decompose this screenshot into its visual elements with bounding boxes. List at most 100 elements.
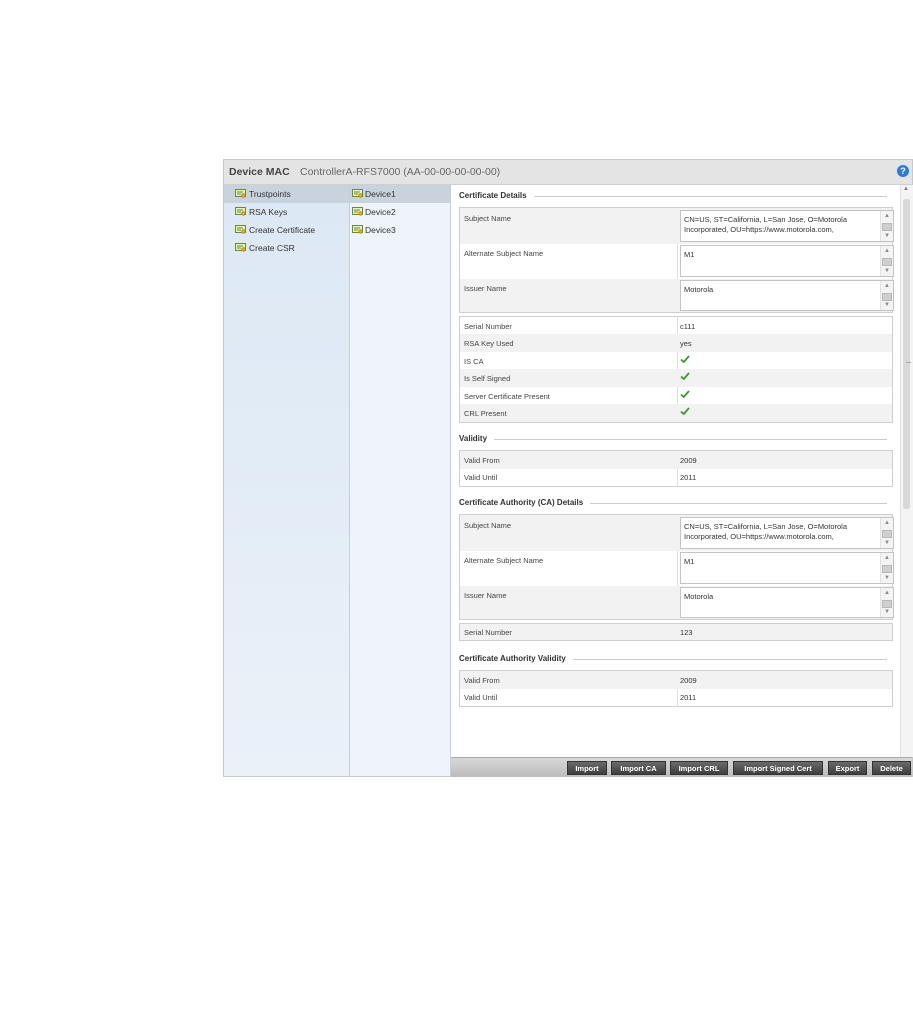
nav-item-create-certificate[interactable]: Create Certificate: [224, 221, 349, 239]
ca-serial-number-row: Serial Number 123: [460, 624, 892, 640]
is-ca-label: IS CA: [464, 357, 484, 366]
section-title-certificate-details: Certificate Details: [459, 191, 534, 200]
scroll-grip: [906, 362, 911, 365]
serial-number-label: Serial Number: [464, 322, 512, 331]
device-mac-value: ControllerA-RFS7000 (AA-00-00-00-00-00): [300, 166, 501, 178]
header-bar: Device MAC ControllerA-RFS7000 (AA-00-00…: [224, 160, 912, 185]
ca-subject-name-field[interactable]: CN=US, ST=California, L=San Jose, O=Moto…: [680, 517, 894, 549]
textarea-scrollbar[interactable]: ▲ ▼: [880, 588, 893, 617]
textarea-scrollbar[interactable]: ▲ ▼: [880, 553, 893, 583]
certificate-icon: [352, 189, 363, 198]
arrow-up-icon[interactable]: ▲: [884, 555, 890, 561]
arrow-up-icon[interactable]: ▲: [884, 520, 890, 526]
self-signed-label: Is Self Signed: [464, 374, 511, 383]
issuer-name-text: Motorola: [684, 285, 714, 294]
nav-item-label: Create CSR: [249, 243, 295, 253]
nav-item-rsa-keys[interactable]: RSA Keys: [224, 203, 349, 221]
subject-name-label: Subject Name: [464, 214, 512, 223]
ca-subject-name-label: Subject Name: [464, 521, 512, 530]
crl-label: CRL Present: [464, 409, 507, 418]
device-item-device1[interactable]: Device1: [350, 185, 450, 203]
nav-item-create-csr[interactable]: Create CSR: [224, 239, 349, 257]
valid-until-row: Valid Until 2011: [460, 469, 892, 486]
arrow-down-icon[interactable]: ▼: [884, 609, 890, 615]
scroll-thumb[interactable]: [903, 199, 911, 509]
arrow-down-icon[interactable]: ▼: [884, 540, 890, 546]
details-scrollbar[interactable]: ▲: [900, 185, 913, 757]
rsa-key-label: RSA Key Used: [464, 339, 514, 348]
certificate-icon: [235, 189, 246, 198]
nav-item-label: Create Certificate: [249, 225, 316, 235]
device-item-device2[interactable]: Device2: [350, 203, 450, 221]
issuer-name-row: Issuer Name Motorola ▲ ▼: [460, 279, 894, 312]
ca-valid-until-row: Valid Until 2011: [460, 689, 892, 706]
ca-alternate-subject-label: Alternate Subject Name: [464, 556, 544, 565]
certificate-icon: [235, 207, 246, 216]
valid-from-value: 2009: [680, 456, 697, 465]
subject-name-row: Subject Name CN=US, ST=California, L=San…: [460, 208, 894, 244]
ca-valid-until-value: 2011: [680, 693, 697, 702]
subject-name-text: CN=US, ST=California, L=San Jose, O=Moto…: [684, 215, 847, 234]
scroll-thumb[interactable]: [882, 293, 892, 301]
arrow-up-icon[interactable]: ▲: [884, 283, 890, 289]
certificate-icon: [235, 225, 246, 234]
delete-button[interactable]: Delete: [872, 761, 911, 775]
certificate-icon: [352, 225, 363, 234]
certificate-properties-group: Serial Number c111 RSA Key Used yes IS C…: [459, 316, 893, 423]
scroll-thumb[interactable]: [882, 565, 892, 573]
issuer-name-field[interactable]: Motorola ▲ ▼: [680, 280, 894, 311]
crl-row: CRL Present: [460, 404, 892, 422]
import-crl-button[interactable]: Import CRL: [670, 761, 728, 775]
arrow-up-icon[interactable]: ▲: [884, 248, 890, 254]
textarea-scrollbar[interactable]: ▲ ▼: [880, 211, 893, 241]
arrow-up-icon[interactable]: ▲: [884, 213, 890, 219]
device-item-label: Device2: [365, 207, 396, 217]
ca-issuer-name-text: Motorola: [684, 592, 714, 601]
help-icon[interactable]: ?: [897, 165, 909, 177]
action-button-bar: Import Import CA Import CRL Import Signe…: [451, 757, 912, 777]
scroll-thumb[interactable]: [882, 223, 892, 231]
arrow-down-icon[interactable]: ▼: [884, 302, 890, 308]
device-list: Device1 Device2 Device3: [350, 185, 451, 776]
self-signed-value: [680, 372, 690, 380]
is-ca-row: IS CA: [460, 352, 892, 369]
scroll-thumb[interactable]: [882, 600, 892, 608]
ca-issuer-name-label: Issuer Name: [464, 591, 507, 600]
import-signed-cert-button[interactable]: Import Signed Cert: [733, 761, 823, 775]
arrow-up-icon[interactable]: ▲: [903, 186, 909, 192]
section-title-validity: Validity: [459, 434, 495, 443]
alternate-subject-field[interactable]: M1 ▲ ▼: [680, 245, 894, 277]
nav-item-label: Trustpoints: [249, 189, 291, 199]
server-cert-value: [680, 390, 690, 398]
scroll-thumb[interactable]: [882, 530, 892, 538]
self-signed-row: Is Self Signed: [460, 369, 892, 387]
issuer-name-label: Issuer Name: [464, 284, 507, 293]
ca-serial-number-value: 123: [680, 628, 693, 637]
scroll-thumb[interactable]: [882, 258, 892, 266]
arrow-up-icon[interactable]: ▲: [884, 590, 890, 596]
ca-alternate-subject-field[interactable]: M1 ▲ ▼: [680, 552, 894, 584]
nav-item-trustpoints[interactable]: Trustpoints: [224, 185, 349, 203]
import-button[interactable]: Import: [567, 761, 607, 775]
textarea-scrollbar[interactable]: ▲ ▼: [880, 281, 893, 310]
textarea-scrollbar[interactable]: ▲ ▼: [880, 246, 893, 276]
server-cert-row: Server Certificate Present: [460, 387, 892, 404]
arrow-down-icon[interactable]: ▼: [884, 233, 890, 239]
textarea-scrollbar[interactable]: ▲ ▼: [880, 518, 893, 548]
subject-name-field[interactable]: CN=US, ST=California, L=San Jose, O=Moto…: [680, 210, 894, 242]
ca-issuer-name-field[interactable]: Motorola ▲ ▼: [680, 587, 894, 618]
arrow-down-icon[interactable]: ▼: [884, 575, 890, 581]
alternate-subject-text: M1: [684, 250, 695, 259]
server-cert-label: Server Certificate Present: [464, 392, 550, 401]
import-ca-button[interactable]: Import CA: [611, 761, 666, 775]
device-item-device3[interactable]: Device3: [350, 221, 450, 239]
rsa-key-row: RSA Key Used yes: [460, 334, 892, 352]
device-mac-label: Device MAC: [229, 166, 290, 178]
serial-number-value: c111: [680, 322, 696, 331]
valid-until-value: 2011: [680, 473, 697, 482]
export-button[interactable]: Export: [828, 761, 867, 775]
certificate-icon: [352, 207, 363, 216]
details-panel: Certificate Details Subject Name CN=US, …: [451, 185, 900, 757]
arrow-down-icon[interactable]: ▼: [884, 268, 890, 274]
ca-subject-name-row: Subject Name CN=US, ST=California, L=San…: [460, 515, 894, 551]
